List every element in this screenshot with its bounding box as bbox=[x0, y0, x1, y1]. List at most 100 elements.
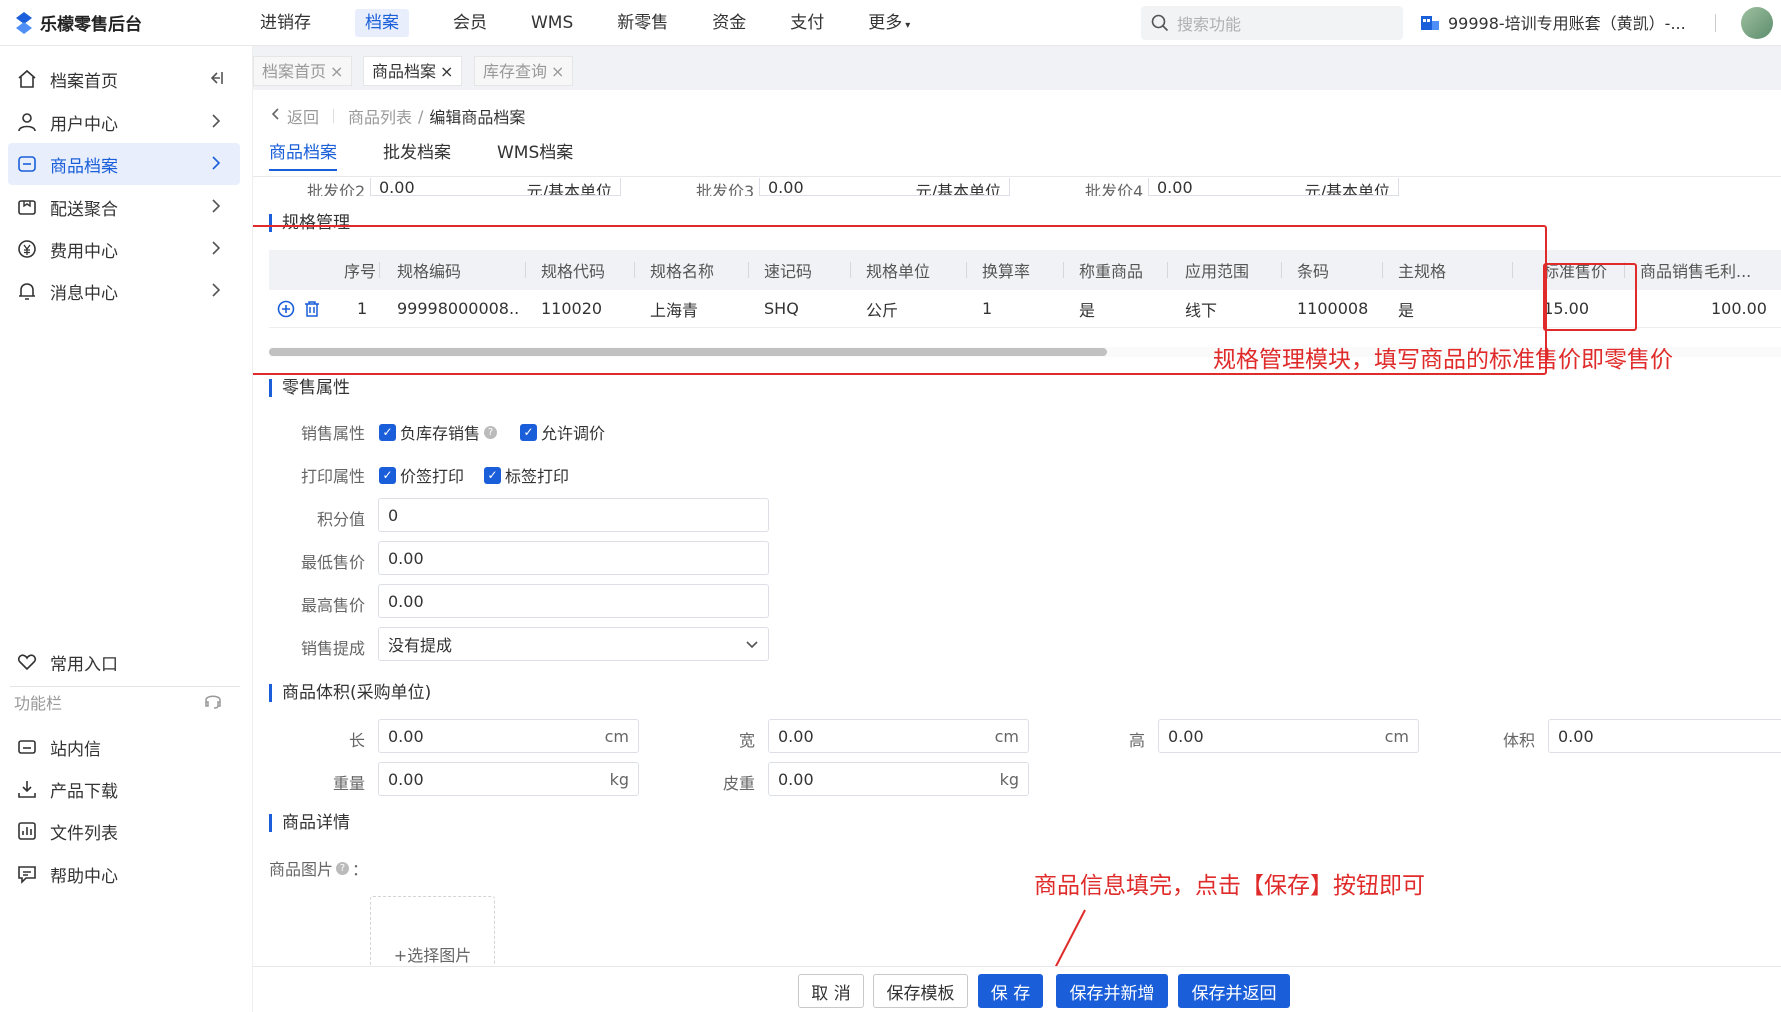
nav-jinxiaocun[interactable]: 进销存 bbox=[238, 0, 333, 46]
sidebar-item-help-center[interactable]: 帮助中心 bbox=[8, 853, 240, 895]
breadcrumb-parent[interactable]: 商品列表 bbox=[348, 104, 412, 128]
sidebar-item-label: 产品下载 bbox=[50, 781, 118, 802]
check-icon: ✓ bbox=[379, 423, 396, 441]
max-price-input[interactable]: 0.00 bbox=[378, 584, 769, 618]
weight-input[interactable]: 0.00 kg bbox=[378, 762, 639, 796]
wholesale-input-2[interactable]: 0.00 元/基本单位 bbox=[370, 178, 621, 196]
headset-icon[interactable] bbox=[203, 690, 223, 714]
sidebar-item-favorites[interactable]: 常用入口 bbox=[8, 641, 240, 683]
collapse-sidebar-icon[interactable] bbox=[206, 69, 224, 92]
nav-huiyuan[interactable]: 会员 bbox=[431, 0, 509, 46]
tab-stock-query[interactable]: 库存查询 × bbox=[474, 56, 574, 86]
account-switcher[interactable]: 99998-培训专用账套（黄凯）-... bbox=[1420, 10, 1686, 34]
height-input[interactable]: 0.00 cm bbox=[1158, 719, 1419, 753]
wholesale-input-4[interactable]: 0.00 元/基本单位 bbox=[1148, 178, 1399, 196]
points-input[interactable]: 0 bbox=[378, 498, 769, 532]
nav-xinlingshou[interactable]: 新零售 bbox=[595, 0, 690, 46]
back-link[interactable]: 返回 bbox=[287, 104, 319, 128]
subtab-wms[interactable]: WMS档案 bbox=[497, 138, 573, 171]
negative-stock-checkbox[interactable]: ✓ 负库存销售? bbox=[379, 420, 498, 444]
print-attr-label: 打印属性 bbox=[300, 467, 365, 486]
min-price-label: 最低售价 bbox=[300, 553, 365, 572]
tab-goods-archive[interactable]: 商品档案 × bbox=[363, 56, 463, 86]
sidebar-item-inbox[interactable]: 站内信 bbox=[8, 726, 240, 768]
sidebar-item-label: 费用中心 bbox=[50, 241, 118, 262]
width-input[interactable]: 0.00 cm bbox=[768, 719, 1029, 753]
chart-file-icon bbox=[16, 820, 38, 842]
sidebar-item-label: 商品档案 bbox=[50, 156, 118, 177]
content-panel: 返回 商品列表 / 编辑商品档案 商品档案 批发档案 WMS档案 批发价2 0.… bbox=[253, 90, 1781, 1012]
close-icon[interactable]: × bbox=[330, 62, 343, 81]
length-input[interactable]: 0.00 cm bbox=[378, 719, 639, 753]
download-icon bbox=[16, 778, 38, 800]
sidebar-item-user-center[interactable]: 用户中心 bbox=[8, 101, 240, 143]
tare-input[interactable]: 0.00 kg bbox=[768, 762, 1029, 796]
length-label: 长 bbox=[348, 731, 365, 750]
wholesale-label-2: 批发价2 bbox=[307, 182, 366, 196]
main-area: 档案首页 × 商品档案 × 库存查询 × 返回 商品列表 / 编辑商品档案 商品档案 … bbox=[253, 46, 1781, 1012]
cell-margin: 100.00 bbox=[1711, 299, 1767, 318]
avatar[interactable] bbox=[1741, 7, 1773, 39]
chevron-right-icon bbox=[208, 281, 224, 304]
mail-icon bbox=[16, 736, 38, 758]
caret-down-icon: ▾ bbox=[905, 20, 911, 31]
tab-archive-home[interactable]: 档案首页 × bbox=[253, 56, 353, 86]
sidebar-item-delivery[interactable]: 配送聚合 bbox=[8, 186, 240, 228]
commission-select[interactable]: 没有提成 bbox=[378, 627, 769, 661]
height-label: 高 bbox=[1128, 731, 1145, 750]
save-template-button[interactable]: 保存模板 bbox=[873, 974, 968, 1008]
delivery-icon bbox=[16, 196, 38, 218]
help-icon[interactable]: ? bbox=[484, 425, 498, 439]
save-and-return-button[interactable]: 保存并返回 bbox=[1178, 974, 1290, 1008]
section-title-volume: 商品体积(采购单位) bbox=[269, 684, 431, 702]
nav-zhifu[interactable]: 支付 bbox=[768, 0, 846, 46]
help-icon[interactable]: ? bbox=[336, 861, 350, 875]
close-icon[interactable]: × bbox=[551, 62, 564, 81]
search-input[interactable]: 搜索功能 bbox=[1141, 6, 1403, 40]
sidebar: 档案首页 用户中心 商品档案 配送聚合 费用中心 消息中心 常用入口 功能栏 站… bbox=[0, 46, 253, 1012]
app-logo[interactable]: 乐檬零售后台 bbox=[14, 10, 142, 35]
sidebar-item-product-download[interactable]: 产品下载 bbox=[8, 768, 240, 810]
chevron-left-icon[interactable] bbox=[269, 106, 281, 126]
width-label: 宽 bbox=[738, 731, 755, 750]
heart-icon bbox=[16, 651, 38, 673]
sidebar-item-file-list[interactable]: 文件列表 bbox=[8, 810, 240, 852]
volume-input[interactable]: 0.00 bbox=[1548, 719, 1781, 753]
min-price-input[interactable]: 0.00 bbox=[378, 541, 769, 575]
building-icon bbox=[1421, 16, 1439, 30]
points-label: 积分值 bbox=[316, 510, 365, 529]
breadcrumb-sep: / bbox=[418, 106, 424, 126]
cancel-button[interactable]: 取 消 bbox=[798, 974, 864, 1008]
image-label: 商品图片?： bbox=[269, 860, 369, 879]
save-button[interactable]: 保 存 bbox=[978, 974, 1043, 1008]
close-icon[interactable]: × bbox=[440, 62, 453, 81]
price-tag-print-checkbox[interactable]: ✓ 价签打印 bbox=[379, 463, 464, 487]
volume-label: 体积 bbox=[1502, 731, 1535, 750]
breadcrumb-current: 编辑商品档案 bbox=[429, 108, 526, 127]
allow-price-change-checkbox[interactable]: ✓ 允许调价 bbox=[520, 420, 605, 444]
breadcrumb-divider bbox=[333, 109, 335, 123]
nav-dangan[interactable]: 档案 bbox=[333, 0, 431, 46]
sidebar-item-fee-center[interactable]: 费用中心 bbox=[8, 228, 240, 270]
nav-zijin[interactable]: 资金 bbox=[690, 0, 768, 46]
sidebar-divider bbox=[10, 686, 240, 687]
account-label: 99998-培训专用账套（黄凯）-... bbox=[1448, 14, 1686, 33]
subtab-wholesale[interactable]: 批发档案 bbox=[383, 138, 451, 171]
help-chat-icon bbox=[16, 863, 38, 885]
chevron-right-icon bbox=[208, 154, 224, 177]
chevron-right-icon bbox=[208, 239, 224, 262]
sidebar-item-archive-home[interactable]: 档案首页 bbox=[8, 58, 240, 100]
chevron-right-icon bbox=[208, 197, 224, 220]
subtab-goods-archive[interactable]: 商品档案 bbox=[269, 138, 337, 171]
col-header: 商品销售毛利... bbox=[1640, 262, 1752, 281]
sidebar-item-message-center[interactable]: 消息中心 bbox=[8, 270, 240, 312]
sidebar-item-goods-archive[interactable]: 商品档案 bbox=[8, 143, 240, 185]
label-print-checkbox[interactable]: ✓ 标签打印 bbox=[484, 463, 569, 487]
nav-more[interactable]: 更多 ▾ bbox=[846, 0, 932, 46]
sidebar-item-label: 常用入口 bbox=[50, 654, 118, 675]
max-price-label: 最高售价 bbox=[300, 596, 365, 615]
nav-wms[interactable]: WMS bbox=[509, 0, 595, 46]
wholesale-input-3[interactable]: 0.00 元/基本单位 bbox=[759, 178, 1010, 196]
save-and-new-button[interactable]: 保存并新增 bbox=[1056, 974, 1168, 1008]
goods-icon bbox=[16, 153, 38, 175]
